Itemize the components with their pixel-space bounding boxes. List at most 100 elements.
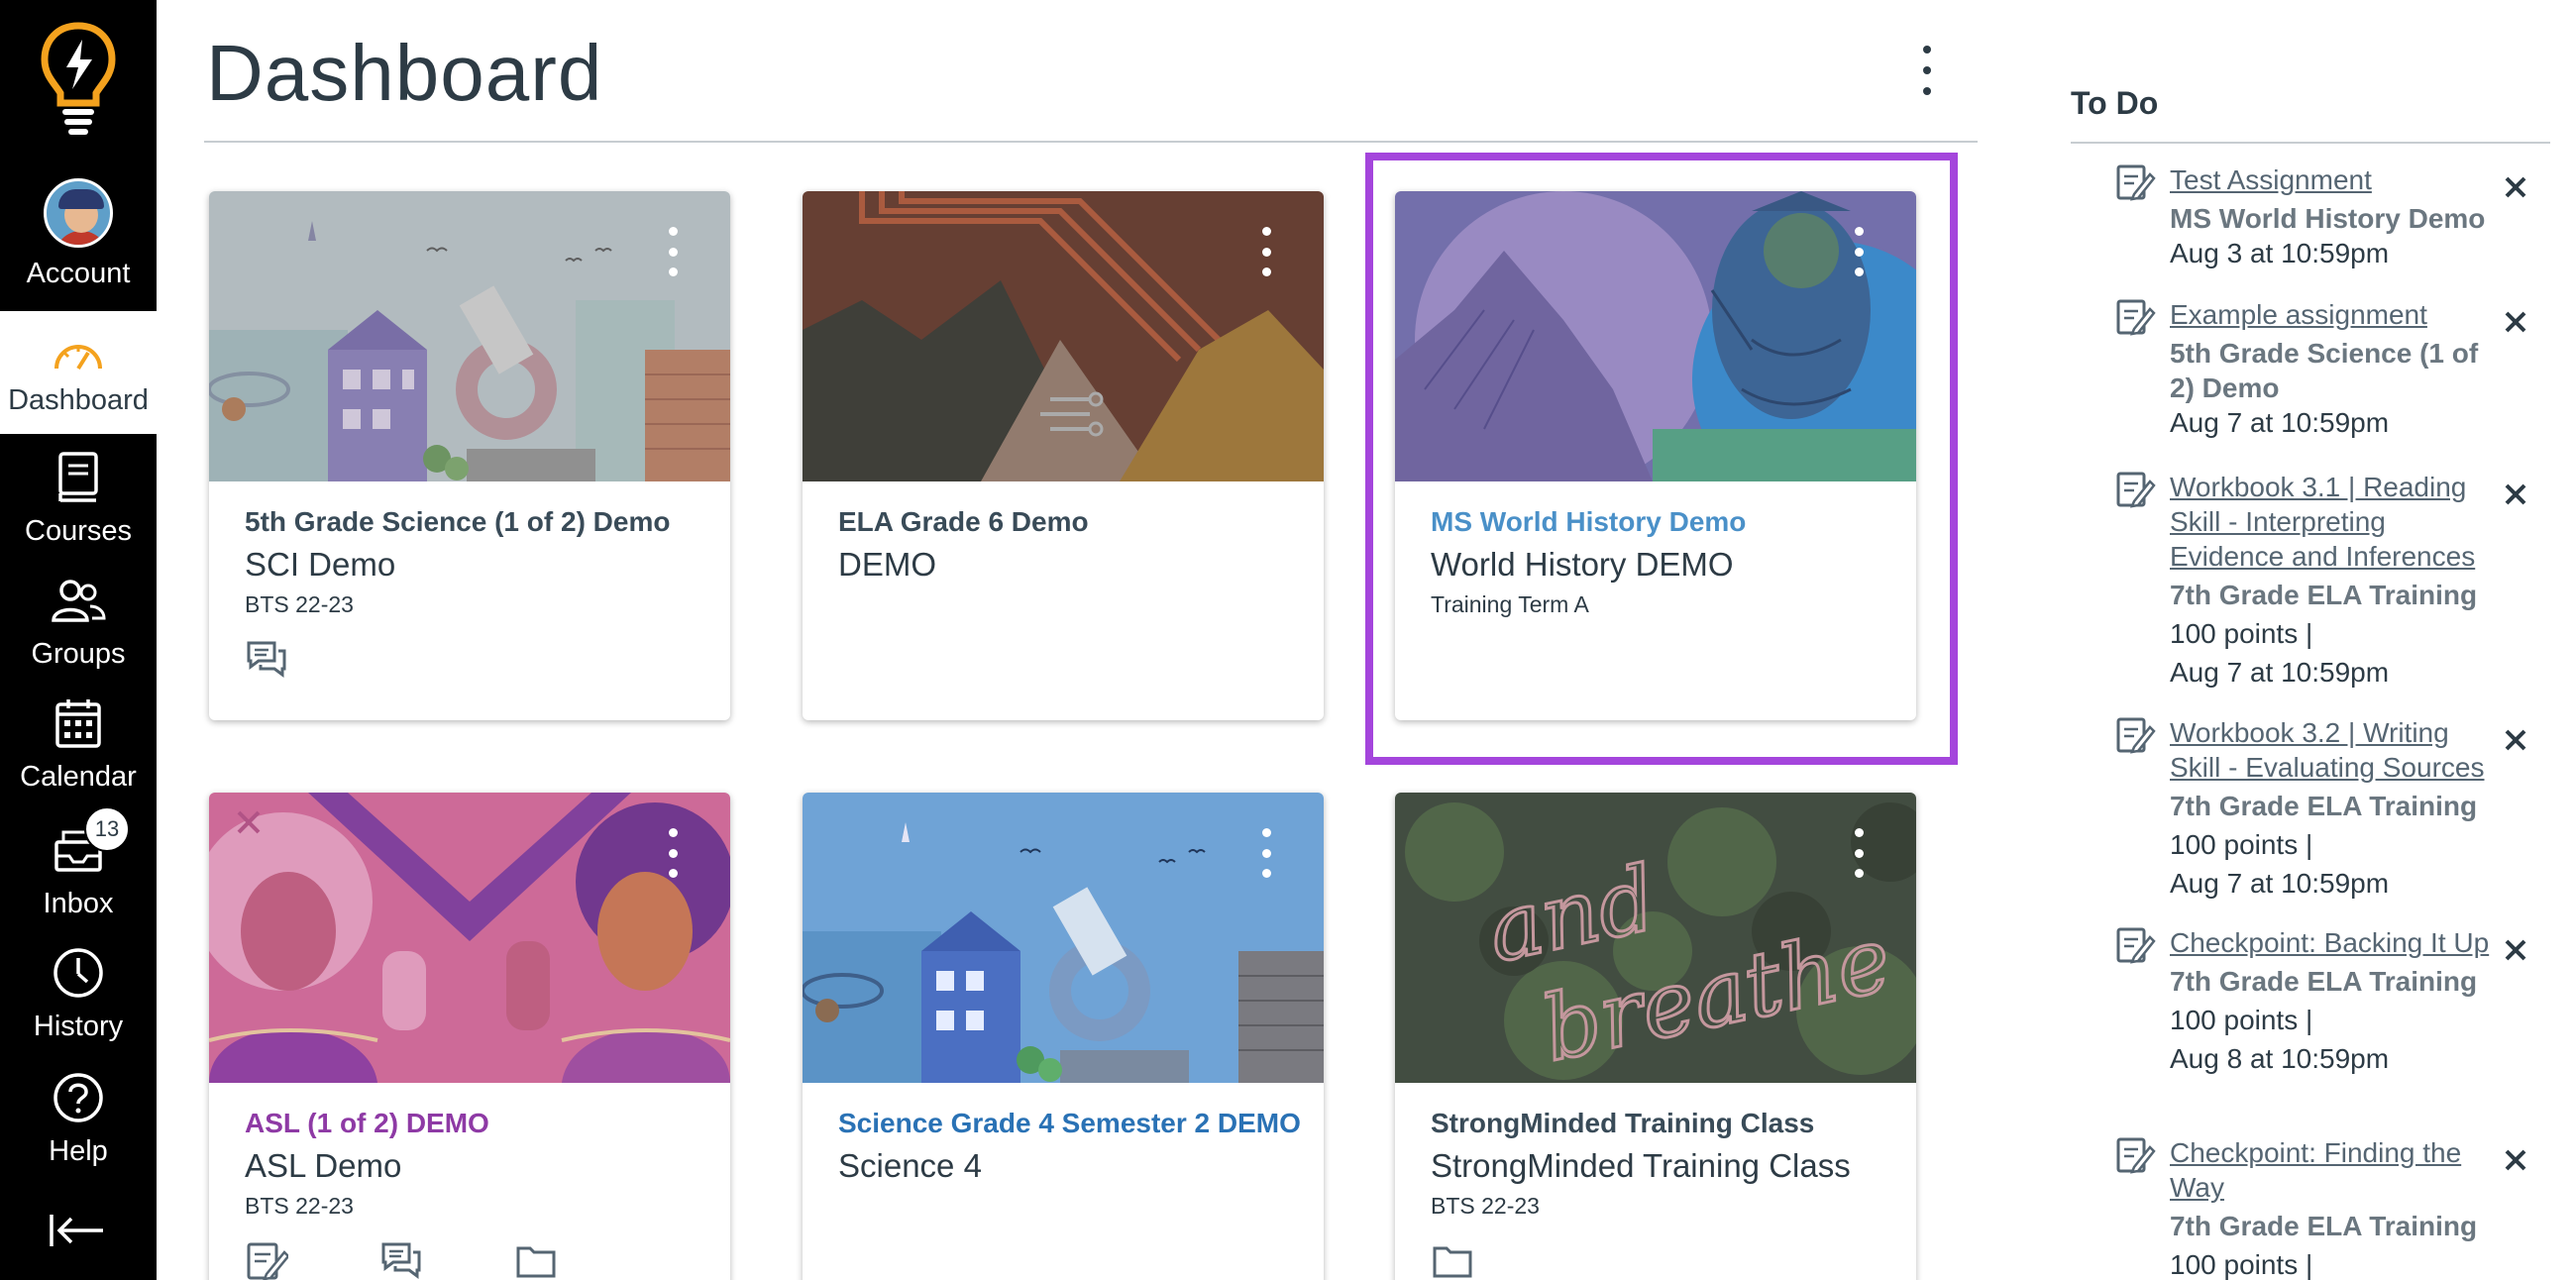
course-card[interactable]: 5th Grade Science (1 of 2) Demo SCI Demo… (209, 191, 730, 720)
todo-assignment-link[interactable]: Example assignment (2170, 297, 2507, 332)
course-short-name: SCI Demo (245, 546, 396, 583)
nav-account[interactable]: Account (0, 178, 157, 290)
nav-help-label: Help (49, 1135, 108, 1167)
todo-points: 100 points | (2170, 1249, 2313, 1280)
nav-inbox[interactable]: 13 Inbox (0, 806, 157, 920)
course-term: BTS 22-23 (1431, 1193, 1540, 1219)
assignment-icon (2116, 717, 2156, 754)
card-options-menu[interactable] (663, 828, 683, 878)
nav-help[interactable]: Help (0, 1068, 157, 1168)
clock-icon (49, 943, 108, 1003)
groups-icon (49, 571, 108, 630)
nav-courses-label: Courses (25, 515, 132, 547)
todo-due-date: Aug 7 at 10:59pm (2170, 868, 2390, 899)
help-icon (49, 1068, 108, 1127)
nav-calendar[interactable]: Calendar (0, 693, 157, 794)
todo-assignment-link[interactable]: Workbook 3.2 | Writing Skill - Evaluatin… (2170, 715, 2507, 785)
course-short-name: DEMO (838, 546, 936, 583)
todo-due-date: Aug 7 at 10:59pm (2170, 657, 2390, 688)
todo-due-date: Aug 7 at 10:59pm (2170, 407, 2390, 438)
dashboard-options-menu[interactable] (1912, 46, 1942, 95)
course-card-image[interactable] (1395, 191, 1916, 481)
assignment-icon (2116, 299, 2156, 336)
todo-course-name: 7th Grade ELA Training (2170, 580, 2478, 610)
todo-points: 100 points | (2170, 829, 2313, 860)
page-title: Dashboard (206, 29, 603, 117)
card-options-menu[interactable] (1849, 828, 1869, 878)
dismiss-close-icon[interactable] (2501, 725, 2530, 755)
todo-due-date: Aug 3 at 10:59pm (2170, 238, 2390, 268)
dismiss-close-icon[interactable] (2501, 935, 2530, 965)
course-short-name: ASL Demo (245, 1147, 402, 1184)
todo-assignment-link[interactable]: Checkpoint: Finding the Way (2170, 1135, 2507, 1205)
todo-divider (2071, 142, 2550, 144)
course-card[interactable]: Science Grade 4 Semester 2 DEMO Science … (803, 793, 1324, 1280)
course-card-image[interactable] (803, 793, 1324, 1083)
assignments-icon[interactable] (245, 1238, 288, 1280)
course-card[interactable]: and breathe StrongMinded Training Class … (1395, 793, 1916, 1280)
dismiss-close-icon[interactable] (2501, 172, 2530, 202)
course-name-link[interactable]: 5th Grade Science (1 of 2) Demo (245, 506, 670, 538)
course-card-image[interactable] (803, 191, 1324, 481)
course-card[interactable]: ASL (1 of 2) DEMO ASL Demo BTS 22-23 (209, 793, 730, 1280)
discussions-icon[interactable] (245, 637, 288, 681)
todo-assignment-link[interactable]: Checkpoint: Backing It Up (2170, 925, 2507, 960)
nav-groups[interactable]: Groups (0, 571, 157, 671)
course-short-name: World History DEMO (1431, 546, 1734, 583)
course-card-image[interactable] (209, 191, 730, 481)
folder-icon[interactable] (1431, 1238, 1474, 1280)
discussions-icon[interactable] (379, 1238, 423, 1280)
dashboard-icon (49, 333, 108, 376)
assignment-icon (2116, 1137, 2156, 1174)
nav-calendar-label: Calendar (20, 761, 137, 793)
course-card[interactable]: ELA Grade 6 Demo DEMO (803, 191, 1324, 720)
folder-icon[interactable] (514, 1238, 558, 1280)
avatar (44, 178, 113, 248)
assignment-icon (2116, 927, 2156, 964)
course-name-link[interactable]: Science Grade 4 Semester 2 DEMO (838, 1108, 1301, 1139)
nav-groups-label: Groups (31, 638, 126, 670)
course-name-link[interactable]: ASL (1 of 2) DEMO (245, 1108, 489, 1139)
dismiss-close-icon[interactable] (2501, 1145, 2530, 1175)
nav-inbox-label: Inbox (43, 888, 114, 919)
todo-title: To Do (2071, 85, 2159, 121)
nav-history[interactable]: History (0, 943, 157, 1043)
todo-points: 100 points | (2170, 1005, 2313, 1035)
todo-due-date: Aug 8 at 10:59pm (2170, 1043, 2390, 1074)
todo-course-name: 7th Grade ELA Training (2170, 791, 2478, 821)
course-card[interactable]: MS World History Demo World History DEMO… (1395, 191, 1916, 720)
nav-dashboard[interactable]: Dashboard (0, 311, 157, 434)
course-card-image[interactable]: and breathe (1395, 793, 1916, 1083)
todo-course-name: 7th Grade ELA Training (2170, 966, 2478, 997)
course-card-image[interactable] (209, 793, 730, 1083)
todo-assignment-link[interactable]: Workbook 3.1 | Reading Skill - Interpret… (2170, 470, 2507, 574)
nav-history-label: History (33, 1011, 124, 1042)
header-divider (204, 141, 1978, 143)
course-name-link[interactable]: StrongMinded Training Class (1431, 1108, 1814, 1139)
card-options-menu[interactable] (1256, 828, 1276, 878)
card-options-menu[interactable] (1849, 227, 1869, 276)
todo-course-name: 7th Grade ELA Training (2170, 1211, 2478, 1241)
book-icon (49, 448, 108, 507)
assignment-icon (2116, 472, 2156, 508)
card-options-menu[interactable] (1256, 227, 1276, 276)
course-term: BTS 22-23 (245, 1193, 354, 1219)
inbox-icon: 13 (49, 806, 130, 880)
inbox-unread-badge: 13 (84, 806, 130, 852)
collapse-nav-icon[interactable] (48, 1211, 107, 1260)
course-term: Training Term A (1431, 591, 1589, 617)
assignment-icon (2116, 164, 2156, 201)
course-short-name: Science 4 (838, 1147, 982, 1184)
nav-account-label: Account (26, 258, 131, 289)
todo-points: 100 points | (2170, 618, 2313, 649)
dismiss-close-icon[interactable] (2501, 307, 2530, 337)
canvas-logo-icon[interactable] (0, 0, 157, 159)
course-term: BTS 22-23 (245, 591, 354, 617)
course-name-link[interactable]: MS World History Demo (1431, 506, 1746, 538)
nav-courses[interactable]: Courses (0, 448, 157, 548)
calendar-icon (49, 693, 108, 753)
course-name-link[interactable]: ELA Grade 6 Demo (838, 506, 1089, 538)
card-options-menu[interactable] (663, 227, 683, 276)
dismiss-close-icon[interactable] (2501, 480, 2530, 509)
todo-assignment-link[interactable]: Test Assignment (2170, 162, 2507, 197)
